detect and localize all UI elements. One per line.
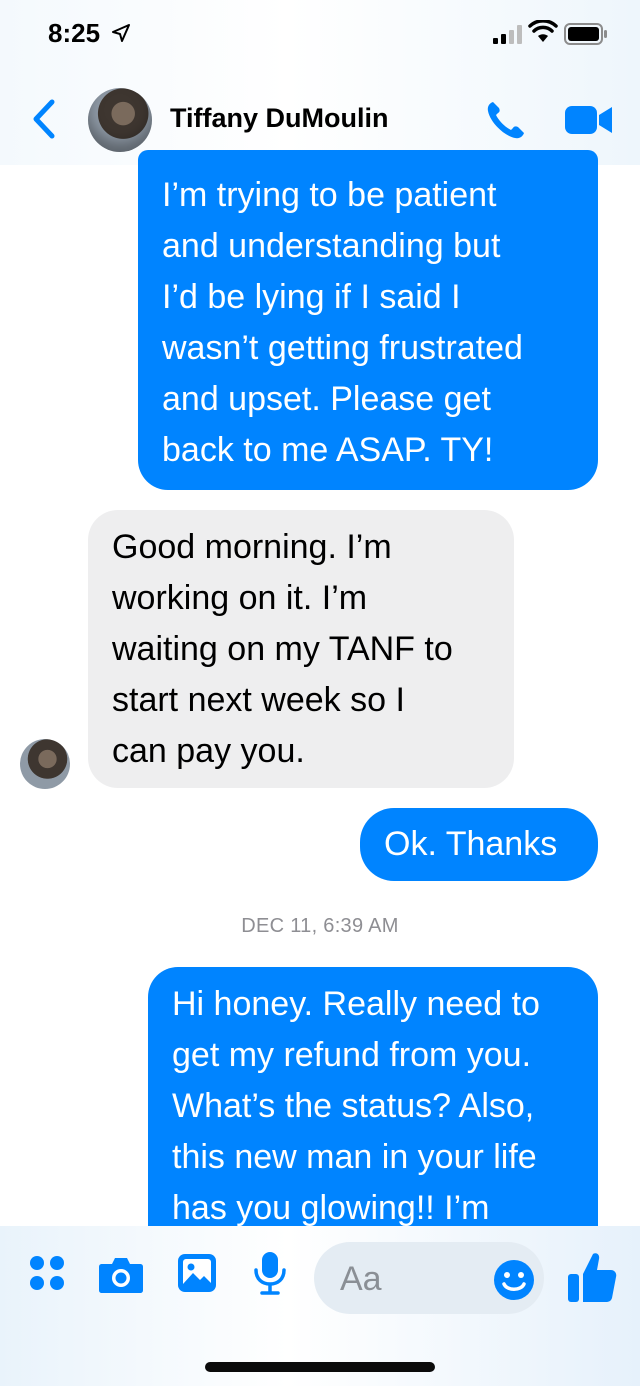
more-grid-icon[interactable]: [28, 1254, 66, 1292]
message-input-placeholder: Aa: [340, 1260, 382, 1298]
location-arrow-icon: [112, 24, 130, 42]
camera-icon[interactable]: [98, 1254, 144, 1294]
message-timestamp: DEC 11, 6:39 AM: [241, 915, 399, 937]
phone-icon[interactable]: [484, 98, 528, 142]
microphone-icon[interactable]: [252, 1250, 288, 1296]
photo-icon[interactable]: [176, 1252, 218, 1294]
contact-avatar[interactable]: [88, 88, 152, 152]
status-time: 8:25: [48, 18, 101, 48]
video-camera-icon[interactable]: [564, 103, 614, 137]
outgoing-message[interactable]: Ok. Thanks: [360, 808, 598, 881]
sender-avatar[interactable]: [20, 739, 70, 789]
signal-icon: [493, 25, 522, 44]
thumbs-up-icon[interactable]: [566, 1250, 618, 1304]
home-indicator: [205, 1362, 435, 1372]
back-chevron-icon[interactable]: [28, 98, 60, 140]
outgoing-message[interactable]: I’m trying to be patient and understandi…: [138, 150, 598, 490]
outgoing-message[interactable]: Hi honey. Really need to get my refund f…: [148, 967, 598, 1267]
battery-icon: [564, 23, 607, 45]
wifi-icon: [528, 20, 558, 42]
contact-name[interactable]: Tiffany DuMoulin: [170, 103, 388, 134]
emoji-icon[interactable]: [492, 1258, 536, 1302]
incoming-message[interactable]: Good morning. I’m working on it. I’m wai…: [88, 510, 514, 788]
